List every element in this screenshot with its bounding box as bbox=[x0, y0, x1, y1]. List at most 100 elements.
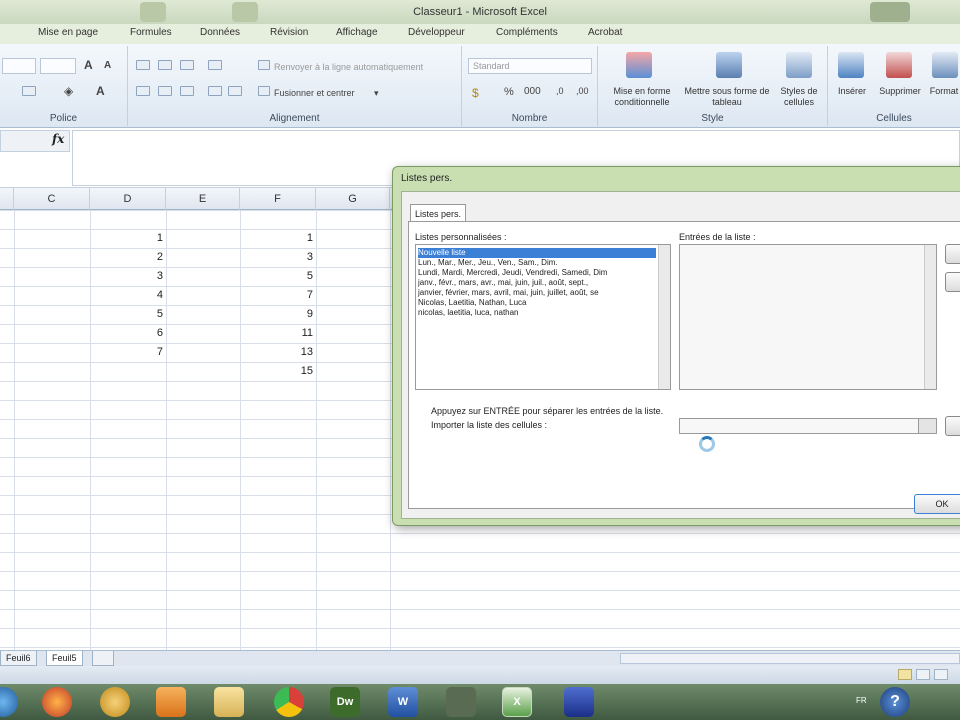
border-icon[interactable] bbox=[22, 86, 36, 96]
dreamweaver-icon[interactable]: Dw bbox=[330, 687, 360, 717]
chevron-down-icon[interactable]: ▾ bbox=[374, 88, 379, 99]
chrome-icon[interactable] bbox=[274, 687, 304, 717]
number-format-combo[interactable]: Standard bbox=[468, 58, 592, 74]
list-item[interactable]: Lundi, Mardi, Mercredi, Jeudi, Vendredi,… bbox=[418, 268, 607, 278]
list-item[interactable]: Nouvelle liste bbox=[418, 248, 656, 258]
word-icon[interactable]: W bbox=[388, 687, 418, 717]
cell-d[interactable]: 5 bbox=[94, 308, 166, 320]
format-cells-icon[interactable] bbox=[932, 52, 958, 78]
screen-capture-icon[interactable] bbox=[564, 687, 594, 717]
thousands-icon[interactable]: 000 bbox=[524, 86, 541, 97]
align-right-icon[interactable] bbox=[180, 86, 194, 96]
import-button[interactable] bbox=[945, 416, 960, 436]
merge-center-button[interactable]: Fusionner et centrer bbox=[274, 88, 355, 98]
orientation-icon[interactable] bbox=[208, 60, 222, 70]
flash-icon[interactable] bbox=[100, 687, 130, 717]
cell-d[interactable]: 3 bbox=[94, 270, 166, 282]
page-layout-icon[interactable] bbox=[916, 669, 930, 680]
grow-font-icon[interactable]: A bbox=[84, 58, 93, 72]
wrap-text-icon[interactable] bbox=[258, 60, 270, 70]
percent-icon[interactable]: % bbox=[504, 86, 514, 98]
sheet-tab-feuil5[interactable]: Feuil5 bbox=[46, 651, 83, 666]
tab-mise-en-page[interactable]: Mise en page bbox=[38, 27, 98, 38]
tab-revision[interactable]: Révision bbox=[270, 27, 308, 38]
cell-f[interactable]: 7 bbox=[244, 289, 316, 301]
column-header-b[interactable] bbox=[0, 188, 14, 210]
lists-scrollbar[interactable] bbox=[658, 245, 670, 389]
column-header-f[interactable]: F bbox=[240, 188, 316, 210]
list-item[interactable]: nicolas, laetitia, luca, nathan bbox=[418, 308, 519, 318]
new-sheet-icon[interactable] bbox=[92, 651, 114, 666]
import-range-input[interactable] bbox=[679, 418, 937, 434]
cell-d[interactable]: 6 bbox=[94, 327, 166, 339]
column-header-d[interactable]: D bbox=[90, 188, 166, 210]
custom-lists-listbox[interactable]: Nouvelle liste Lun., Mar., Mer., Jeu., V… bbox=[415, 244, 671, 390]
shrink-font-icon[interactable]: A bbox=[104, 60, 111, 71]
tab-developpeur[interactable]: Développeur bbox=[408, 27, 465, 38]
cell-styles-button[interactable]: Styles de cellules bbox=[774, 86, 824, 108]
align-top-icon[interactable] bbox=[136, 60, 150, 70]
delete-list-button[interactable] bbox=[945, 272, 960, 292]
tab-acrobat[interactable]: Acrobat bbox=[588, 27, 622, 38]
format-button[interactable]: Format bbox=[928, 86, 960, 97]
start-button-icon[interactable] bbox=[0, 687, 18, 717]
delete-cells-icon[interactable] bbox=[886, 52, 912, 78]
cell-d[interactable]: 7 bbox=[94, 346, 166, 358]
horizontal-scrollbar[interactable] bbox=[620, 653, 960, 664]
fill-color-icon[interactable]: ◈ bbox=[64, 84, 73, 98]
column-header-g[interactable]: G bbox=[316, 188, 390, 210]
decrease-indent-icon[interactable] bbox=[208, 86, 222, 96]
firefox-icon[interactable] bbox=[42, 687, 72, 717]
align-center-icon[interactable] bbox=[158, 86, 172, 96]
align-left-icon[interactable] bbox=[136, 86, 150, 96]
conditional-format-button[interactable]: Mise en forme conditionnelle bbox=[602, 86, 682, 108]
decrease-decimal-icon[interactable]: ,00 bbox=[576, 86, 589, 96]
align-middle-icon[interactable] bbox=[158, 60, 172, 70]
entries-scrollbar[interactable] bbox=[924, 245, 936, 389]
cell-f[interactable]: 5 bbox=[244, 270, 316, 282]
increase-indent-icon[interactable] bbox=[228, 86, 242, 96]
sheet-tab-feuil6[interactable]: Feuil6 bbox=[0, 651, 37, 666]
merge-icon[interactable] bbox=[258, 86, 270, 96]
cell-f[interactable]: 9 bbox=[244, 308, 316, 320]
tab-donnees[interactable]: Données bbox=[200, 27, 240, 38]
conditional-format-icon[interactable] bbox=[626, 52, 652, 78]
tab-complements[interactable]: Compléments bbox=[496, 27, 558, 38]
language-indicator[interactable]: FR bbox=[856, 696, 867, 705]
column-header-e[interactable]: E bbox=[166, 188, 240, 210]
fx-icon[interactable]: fx bbox=[52, 132, 64, 146]
list-item[interactable]: janv., févr., mars, avr., mai, juin, jui… bbox=[418, 278, 588, 288]
font-color-icon[interactable]: A bbox=[96, 84, 105, 98]
cell-f[interactable]: 1 bbox=[244, 232, 316, 244]
ok-button[interactable]: OK bbox=[914, 494, 960, 514]
currency-icon[interactable]: $ bbox=[472, 86, 479, 100]
align-bottom-icon[interactable] bbox=[180, 60, 194, 70]
cell-f[interactable]: 11 bbox=[244, 327, 316, 339]
list-item[interactable]: Lun., Mar., Mer., Jeu., Ven., Sam., Dim. bbox=[418, 258, 558, 268]
cell-styles-icon[interactable] bbox=[786, 52, 812, 78]
list-item[interactable]: Nicolas, Laetitia, Nathan, Luca bbox=[418, 298, 527, 308]
cell-d[interactable]: 4 bbox=[94, 289, 166, 301]
increase-decimal-icon[interactable]: ,0 bbox=[556, 86, 564, 96]
cell-d[interactable]: 1 bbox=[94, 232, 166, 244]
folder-icon[interactable] bbox=[214, 687, 244, 717]
help-icon[interactable]: ? bbox=[880, 687, 910, 717]
cell-f[interactable]: 15 bbox=[244, 365, 316, 377]
excel-icon[interactable]: X bbox=[502, 687, 532, 717]
app-icon[interactable] bbox=[446, 687, 476, 717]
font-name-combo[interactable] bbox=[2, 58, 36, 74]
cell-d[interactable]: 2 bbox=[94, 251, 166, 263]
tab-custom-lists[interactable]: Listes pers. bbox=[410, 204, 467, 222]
cell-f[interactable]: 13 bbox=[244, 346, 316, 358]
range-select-icon[interactable] bbox=[918, 419, 936, 433]
list-item[interactable]: janvier, février, mars, avril, mai, juin… bbox=[418, 288, 599, 298]
tab-affichage[interactable]: Affichage bbox=[336, 27, 378, 38]
font-size-combo[interactable] bbox=[40, 58, 76, 74]
delete-button[interactable]: Supprimer bbox=[872, 86, 928, 97]
wrap-text-button[interactable]: Renvoyer à la ligne automatiquement bbox=[274, 62, 423, 72]
normal-view-icon[interactable] bbox=[898, 669, 912, 680]
add-button[interactable] bbox=[945, 244, 960, 264]
list-entries-textbox[interactable] bbox=[679, 244, 937, 390]
tab-formules[interactable]: Formules bbox=[130, 27, 172, 38]
format-table-icon[interactable] bbox=[716, 52, 742, 78]
